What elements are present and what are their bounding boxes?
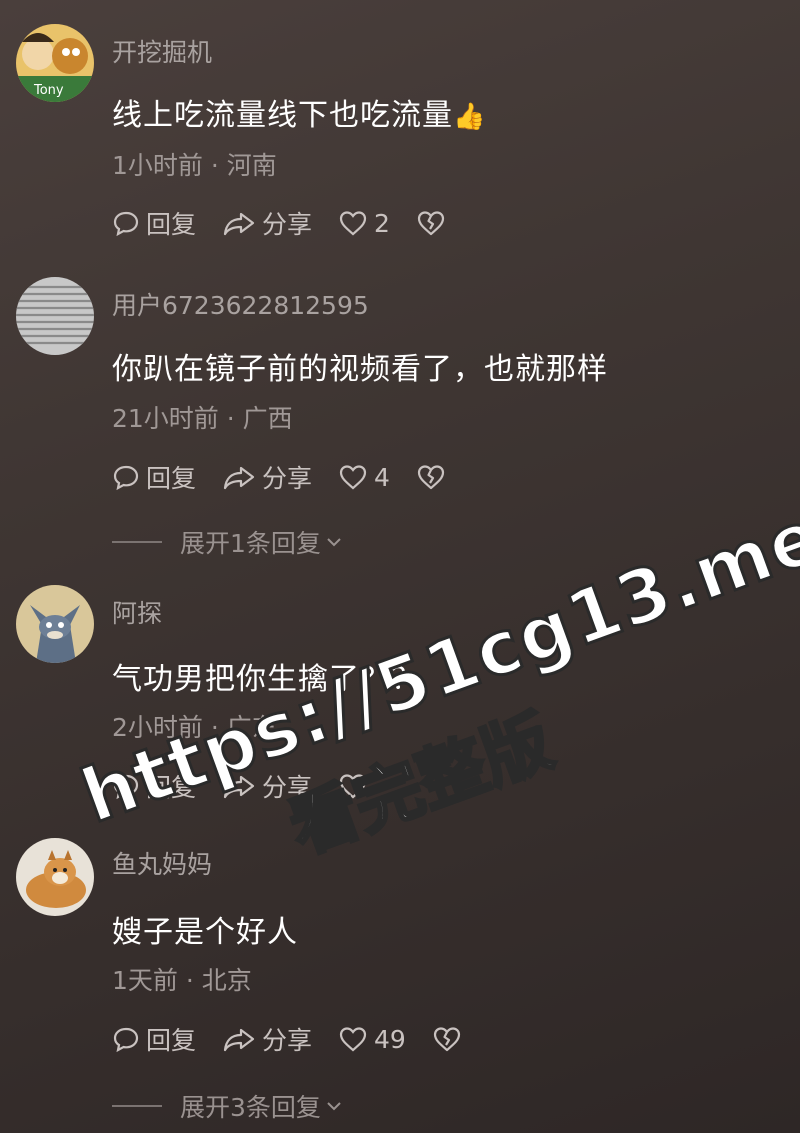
chevron-down-icon (327, 1102, 341, 1111)
divider (112, 1105, 162, 1107)
share-button[interactable]: 分享 (222, 768, 312, 804)
like-count: 4 (374, 462, 390, 492)
share-icon (223, 1028, 255, 1052)
thumbs-up-emoji: 👍 (453, 102, 487, 132)
comment-text: 线上吃流量线下也吃流量👍 (112, 98, 487, 133)
comment-actions: 回复 分享 4 (112, 459, 478, 495)
expand-replies-button[interactable]: 展开3条回复 (112, 1088, 343, 1124)
comment-actions: 回复 分享 (112, 768, 400, 804)
share-button[interactable]: 分享 (222, 459, 312, 495)
comment-meta: 2小时前 · 广东 (112, 713, 277, 742)
username[interactable]: 鱼丸妈妈 (112, 845, 212, 881)
reply-icon (113, 465, 139, 491)
reply-button[interactable]: 回复 (112, 459, 196, 495)
like-button[interactable]: 4 (338, 463, 390, 492)
divider (112, 541, 162, 543)
like-button[interactable]: 2 (338, 209, 390, 238)
username[interactable]: 开挖掘机 (112, 33, 212, 69)
comment-text: 气功男把你生擒了？？ (112, 662, 422, 697)
broken-heart-icon (433, 1027, 460, 1052)
reply-button[interactable]: 回复 (112, 1021, 196, 1057)
dislike-button[interactable] (416, 209, 452, 237)
share-icon (223, 212, 255, 236)
heart-icon (339, 774, 367, 799)
comment-meta: 1小时前 · 河南 (112, 151, 277, 180)
share-button[interactable]: 分享 (222, 1021, 312, 1057)
share-icon (223, 466, 255, 490)
reply-icon (113, 774, 139, 800)
chevron-down-icon (327, 538, 341, 547)
like-button[interactable] (338, 772, 374, 800)
dislike-button[interactable] (432, 1025, 468, 1053)
reply-icon (113, 211, 139, 237)
heart-icon (339, 1027, 367, 1052)
reply-button[interactable]: 回复 (112, 205, 196, 241)
expand-replies-button[interactable]: 展开1条回复 (112, 524, 343, 560)
like-count: 2 (374, 208, 390, 238)
broken-heart-icon (417, 465, 445, 490)
comment-meta: 1天前 · 北京 (112, 966, 252, 995)
share-button[interactable]: 分享 (222, 205, 312, 241)
like-button[interactable]: 49 (338, 1025, 406, 1054)
avatar[interactable] (16, 585, 94, 663)
reply-icon (113, 1027, 139, 1053)
comment-text: 你趴在镜子前的视频看了，也就那样 (112, 352, 608, 387)
like-count: 49 (374, 1024, 406, 1054)
dislike-button[interactable] (416, 463, 452, 491)
comment-actions: 回复 分享 2 (112, 205, 478, 241)
avatar[interactable] (16, 277, 94, 355)
comment-meta: 21小时前 · 广西 (112, 404, 293, 433)
avatar-label: Tony (33, 83, 64, 98)
comment-actions: 回复 分享 49 (112, 1021, 494, 1057)
avatar[interactable] (16, 838, 94, 916)
username[interactable]: 用户6723622812595 (112, 286, 369, 322)
reply-button[interactable]: 回复 (112, 768, 196, 804)
heart-icon (339, 465, 367, 490)
heart-icon (339, 211, 367, 236)
broken-heart-icon (417, 211, 445, 236)
avatar[interactable]: Tony (16, 24, 94, 102)
username[interactable]: 阿探 (112, 594, 162, 630)
comment-text: 嫂子是个好人 (112, 915, 298, 950)
share-icon (223, 775, 255, 799)
